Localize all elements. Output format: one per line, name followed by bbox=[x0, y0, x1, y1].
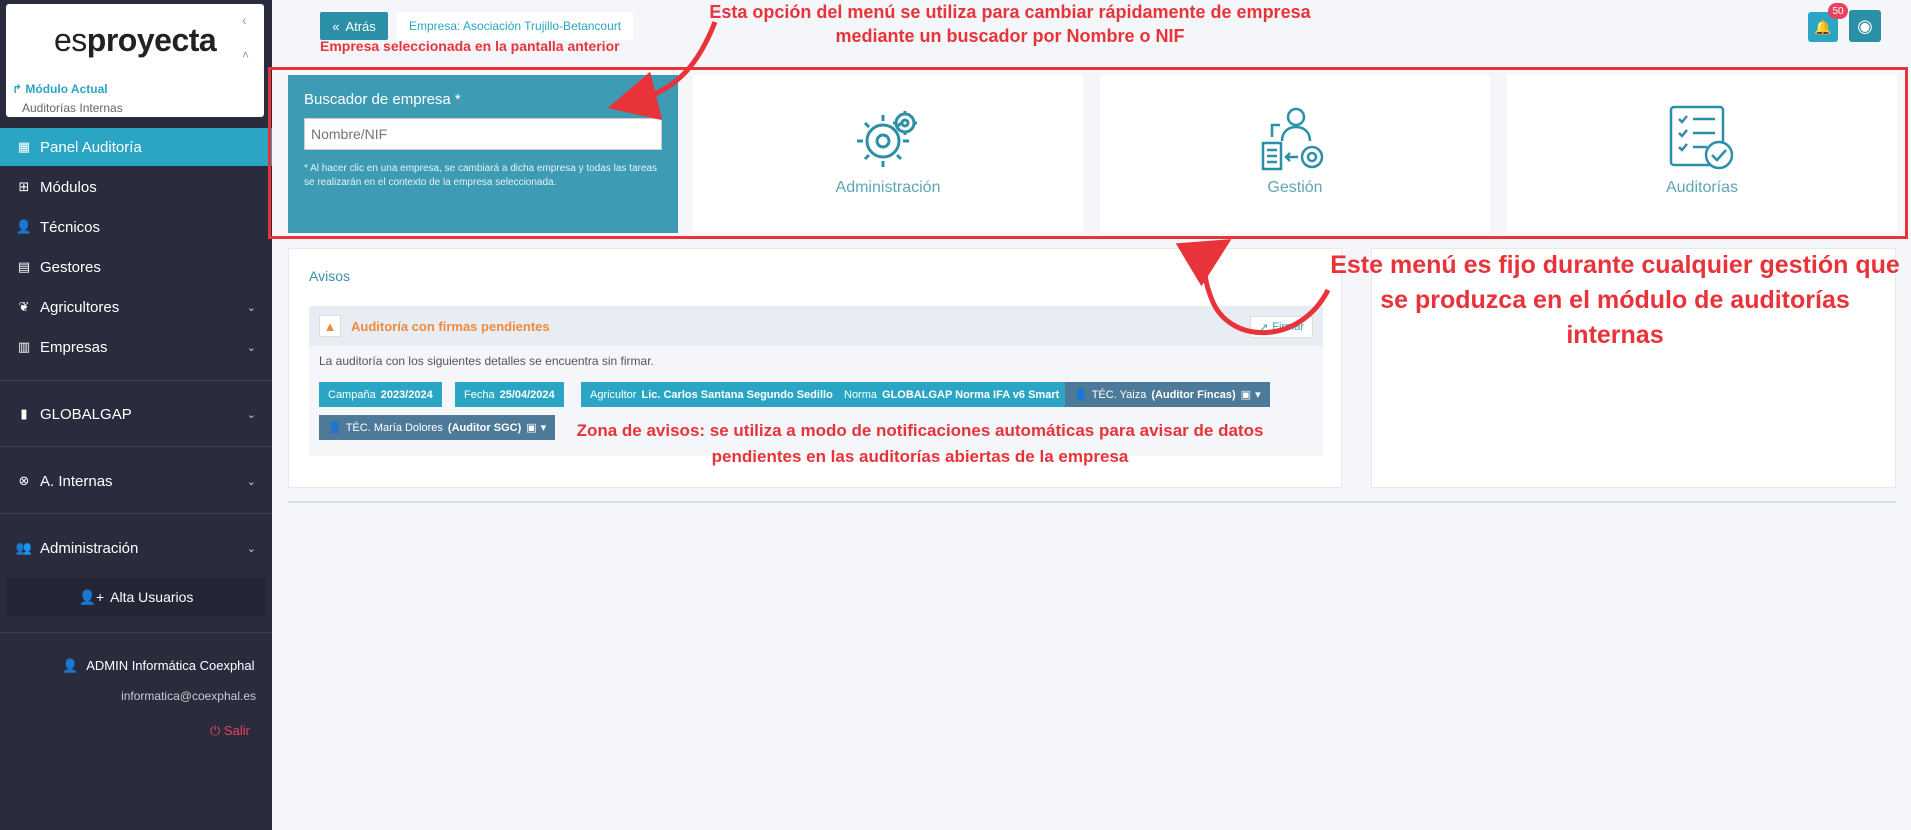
avatar[interactable]: ◉ bbox=[1849, 10, 1881, 42]
module-card-auditorias[interactable]: Auditorías bbox=[1507, 75, 1897, 233]
selected-company-label: Empresa: Asociación Trujillo-Betancourt bbox=[397, 12, 634, 40]
tag-agricultor: Agricultor Lic. Carlos Santana Segundo Se… bbox=[581, 382, 842, 407]
calendar-icon: ▣ bbox=[526, 422, 537, 434]
alert-title: Auditoría con firmas pendientes bbox=[351, 318, 550, 334]
annotation-empresa: Empresa seleccionada en la pantalla ante… bbox=[320, 38, 620, 54]
users-gear-icon: 👥 bbox=[15, 540, 33, 555]
warning-icon: ▲ bbox=[319, 315, 341, 337]
binoculars-icon: ⊗ bbox=[18, 473, 30, 488]
alert-body: La auditoría con los siguientes detalles… bbox=[319, 354, 654, 368]
alta-usuarios-button[interactable]: 👤+ Alta Usuarios bbox=[6, 578, 266, 616]
sidebar-item-modulos[interactable]: ⊞ Módulos bbox=[0, 168, 272, 206]
sidebar-item-agricultores[interactable]: ❦ Agricultores ⌄ bbox=[0, 288, 272, 326]
external-link-icon: ↗ bbox=[1259, 321, 1269, 334]
caret-down-icon: ▾ bbox=[1255, 389, 1261, 401]
user-email: informatica@coexphal.es bbox=[121, 689, 256, 703]
current-module-value: Auditorías Internas bbox=[22, 101, 123, 115]
user-icon: 👤 bbox=[328, 422, 342, 434]
chevron-down-icon: ⌄ bbox=[246, 475, 256, 488]
alert-header: ▲ Auditoría con firmas pendientes bbox=[309, 306, 1323, 346]
annotation-search: Esta opción del menú se utiliza para cam… bbox=[709, 2, 1311, 46]
chevron-down-icon: ⌄ bbox=[246, 408, 256, 421]
user-icon: 👤 bbox=[1074, 389, 1088, 401]
tag-norma: Norma GLOBALGAP Norma IFA v6 Smart bbox=[835, 382, 1069, 407]
seedling-icon: ❦ bbox=[18, 299, 30, 314]
tag-fecha: Fecha 25/04/2024 bbox=[455, 382, 564, 407]
bell-icon: 🔔 bbox=[1814, 18, 1832, 35]
divider bbox=[0, 380, 272, 381]
chevron-down-icon: ⌄ bbox=[246, 542, 256, 555]
sidebar-item-a-internas[interactable]: ⊗ A. Internas ⌄ bbox=[0, 462, 272, 500]
calendar-icon: ▣ bbox=[1240, 389, 1252, 401]
user-avatar-icon: ◉ bbox=[1857, 15, 1873, 36]
module-card-administracion[interactable]: Administración bbox=[693, 75, 1083, 233]
tag-campana: Campaña 2023/2024 bbox=[319, 382, 442, 407]
user-name: 👤 ADMIN Informática Coexphal bbox=[62, 658, 255, 673]
user-plus-icon: 👤+ bbox=[78, 588, 105, 605]
caret-down-icon: ▾ bbox=[540, 422, 547, 434]
logo: esproyecta bbox=[54, 22, 217, 58]
sidebar-item-empresas[interactable]: ▥ Empresas ⌄ bbox=[0, 328, 272, 366]
building-user-icon: ▤ bbox=[17, 259, 31, 274]
chevron-up-icon[interactable]: ˄ bbox=[242, 48, 249, 62]
divider bbox=[0, 632, 272, 633]
divider bbox=[288, 501, 1896, 503]
sidebar-item-panel-auditoria[interactable]: ▦ Panel Auditoría bbox=[0, 128, 272, 166]
notification-badge: 50 bbox=[1828, 3, 1848, 19]
sidebar-item-tecnicos[interactable]: 👤 Técnicos bbox=[0, 208, 272, 246]
sidebar-item-globalgap[interactable]: ▮ GLOBALGAP ⌄ bbox=[0, 395, 272, 433]
logout-link[interactable]: ⏻ Salir bbox=[210, 723, 250, 739]
grid-icon: ⊞ bbox=[18, 179, 30, 194]
sidebar-item-administracion[interactable]: 👥 Administración ⌄ bbox=[0, 529, 272, 567]
sidebar: esproyecta ‹ ˄ ↱ Módulo Actual Auditoría… bbox=[0, 0, 272, 830]
power-icon: ⏻ bbox=[210, 723, 221, 738]
manager-icon bbox=[1261, 107, 1324, 171]
book-icon: ▮ bbox=[20, 406, 28, 421]
divider bbox=[0, 446, 272, 447]
annotation-fixed-menu: Este menú es fijo durante cualquier gest… bbox=[1330, 251, 1900, 349]
company-search-label: Buscador de empresa * bbox=[304, 91, 461, 108]
company-search-note: * Al hacer clic en una empresa, se cambi… bbox=[304, 163, 657, 188]
company-search-card: Buscador de empresa * * Al hacer clic en… bbox=[288, 75, 678, 233]
building-icon: ▥ bbox=[17, 339, 31, 354]
divider bbox=[0, 513, 272, 514]
module-card-gestion[interactable]: Gestión bbox=[1100, 75, 1490, 233]
chevron-down-icon: ⌄ bbox=[246, 341, 256, 354]
sign-button[interactable]: ↗ Firmar bbox=[1250, 316, 1313, 338]
back-button[interactable]: « Atrás bbox=[320, 12, 388, 40]
user-icon: 👤 bbox=[62, 658, 79, 673]
double-chevron-left-icon: « bbox=[332, 18, 340, 34]
user-gear-icon: 👤 bbox=[15, 219, 33, 234]
tag-tecnico-maria-dolores[interactable]: 👤 TÉC. María Dolores (Auditor SGC) ▣ ▾ bbox=[319, 415, 556, 440]
tag-tecnico-yaiza[interactable]: 👤 TÉC. Yaiza (Auditor Fincas) ▣ ▾ bbox=[1065, 382, 1270, 407]
avisos-title: Avisos bbox=[309, 268, 350, 284]
chart-icon: ▦ bbox=[17, 139, 31, 154]
annotation-avisos: Zona de avisos: se utiliza a modo de not… bbox=[576, 421, 1264, 466]
current-module-label: ↱ Módulo Actual bbox=[12, 82, 108, 96]
brand-box: esproyecta ‹ ˄ ↱ Módulo Actual Auditoría… bbox=[6, 4, 264, 117]
checklist-icon bbox=[1669, 105, 1734, 170]
chevron-left-icon[interactable]: ‹ bbox=[242, 12, 247, 28]
company-search-input[interactable] bbox=[304, 118, 662, 150]
gears-icon bbox=[857, 111, 917, 167]
sidebar-item-gestores[interactable]: ▤ Gestores bbox=[0, 248, 272, 286]
chevron-down-icon: ⌄ bbox=[246, 301, 256, 314]
